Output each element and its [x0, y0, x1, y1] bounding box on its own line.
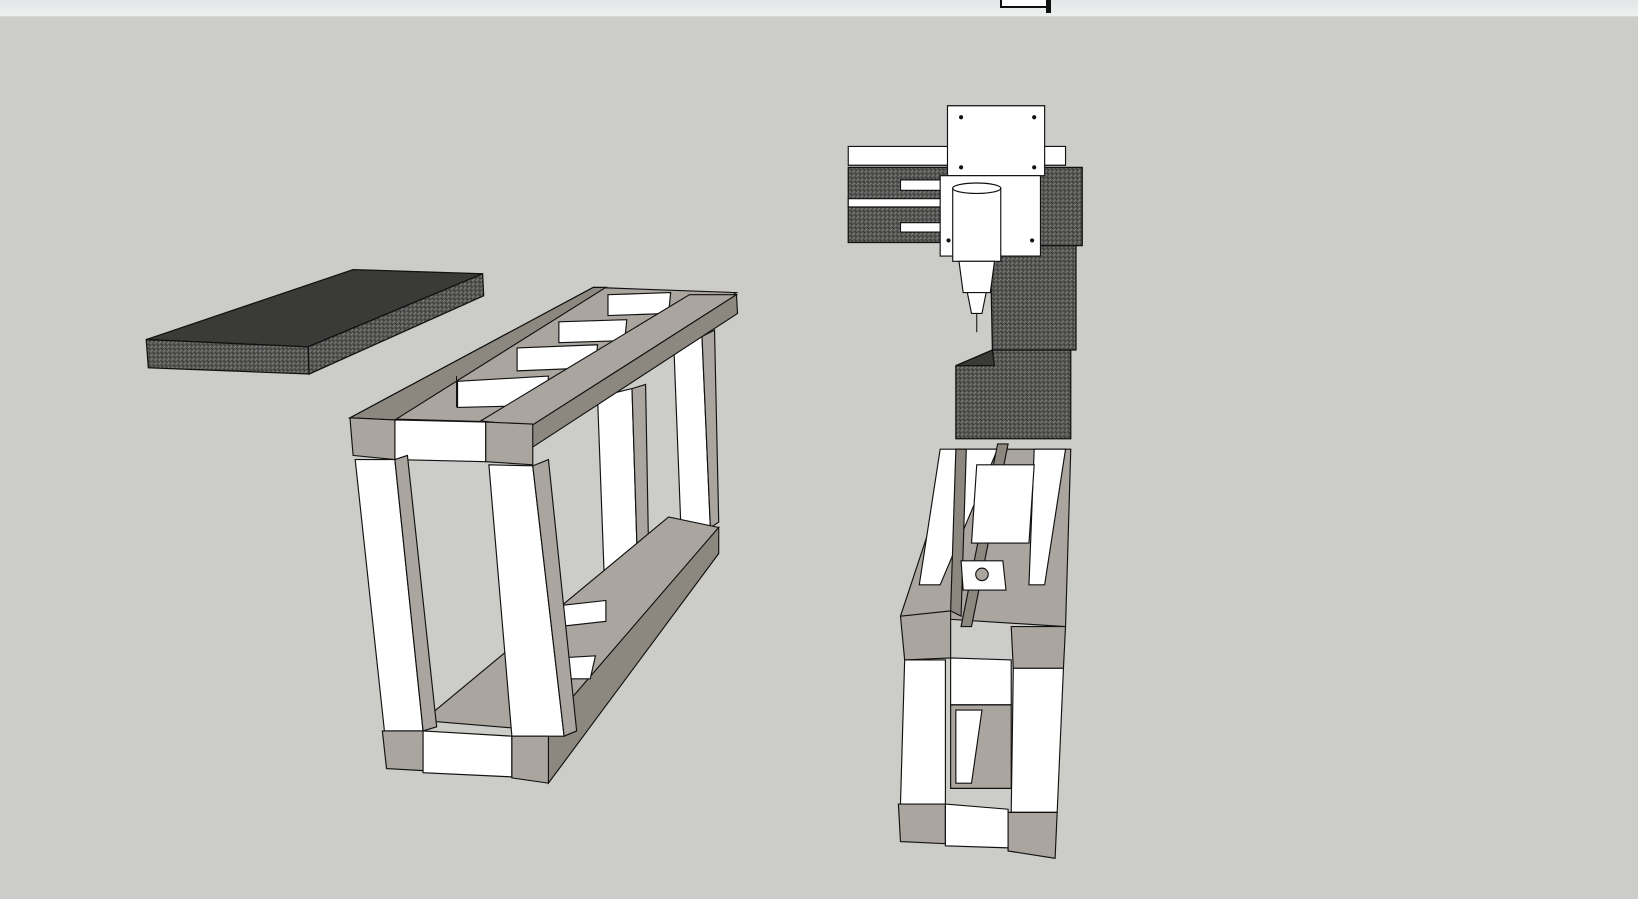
toolbar-tool-icon[interactable]	[1000, 0, 1052, 13]
toolbar-strip	[0, 0, 1638, 17]
model-canvas[interactable]	[0, 16, 1638, 899]
cnc-machine[interactable]	[847, 105, 1083, 859]
3d-viewport[interactable]	[0, 16, 1638, 899]
table-frame[interactable]	[347, 286, 739, 785]
dark-slab[interactable]	[145, 268, 485, 375]
